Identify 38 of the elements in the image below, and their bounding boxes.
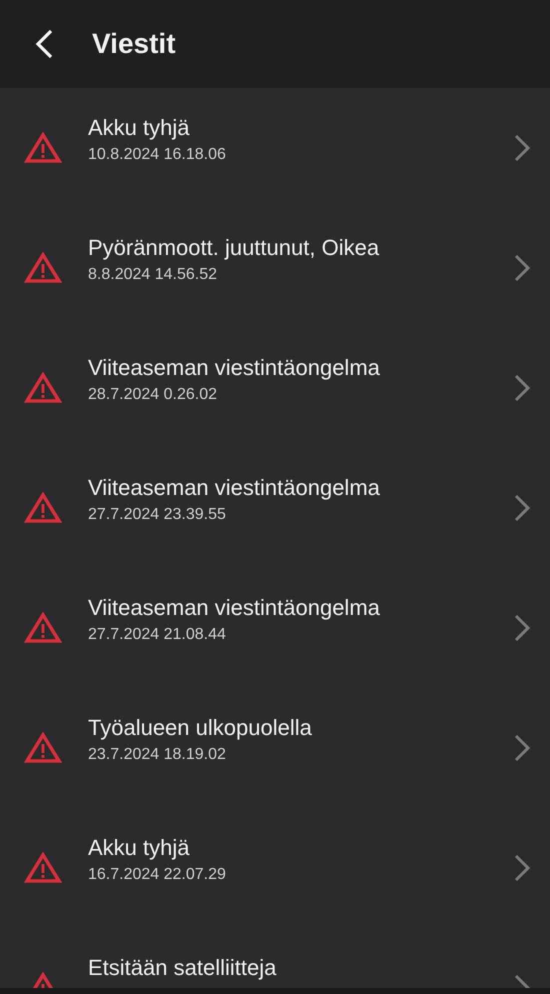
chevron-right-icon [514,134,530,162]
chevron-right-icon [514,494,530,522]
message-date: 8.8.2024 14.56.52 [88,266,218,284]
warning-icon [24,852,62,884]
message-title: Viiteaseman viestintäongelma [88,356,381,380]
message-item[interactable]: Viiteaseman viestintäongelma 28.7.2024 0.26.02 [0,328,550,448]
message-title: Akku tyhjä [88,836,190,860]
chevron-right-icon [514,374,530,402]
message-item[interactable]: Viiteaseman viestintäongelma 27.7.2024 21.08.44 [0,568,550,688]
warning-icon [24,732,62,764]
warning-icon [24,612,62,644]
message-title: Viiteaseman viestintäongelma [88,596,381,620]
message-date: 27.7.2024 23.39.55 [88,506,227,524]
message-item[interactable]: Pyöränmoott. juuttunut, Oikea 8.8.2024 14.56.52 [0,208,550,328]
warning-icon [24,372,62,404]
warning-icon [24,252,62,284]
chevron-right-icon [514,254,530,282]
message-title: Pyöränmoott. juuttunut, Oikea [88,236,380,260]
message-item[interactable]: Akku tyhjä 16.7.2024 22.07.29 [0,808,550,928]
warning-icon [24,492,62,524]
message-item[interactable]: Viiteaseman viestintäongelma 27.7.2024 23.39.55 [0,448,550,568]
message-date: 16.7.2024 22.07.29 [88,866,227,884]
warning-icon [24,132,62,164]
message-title: Työalueen ulkopuolella [88,716,313,740]
page-title: Viestit [92,28,176,60]
message-item[interactable]: Työalueen ulkopuolella 23.7.2024 18.19.02 [0,688,550,808]
message-date: 28.7.2024 0.26.02 [88,386,218,404]
message-date: 10.8.2024 16.18.06 [88,146,227,164]
chevron-right-icon [514,734,530,762]
chevron-right-icon [514,614,530,642]
message-title: Viiteaseman viestintäongelma [88,476,381,500]
message-title: Etsitään satelliitteja [88,956,278,980]
message-item[interactable]: Etsitään satelliitteja [0,928,550,988]
message-date: 27.7.2024 21.08.44 [88,626,227,644]
message-title: Akku tyhjä [88,116,190,140]
message-date: 23.7.2024 18.19.02 [88,746,227,764]
chevron-right-icon [514,854,530,882]
message-item[interactable]: Akku tyhjä 10.8.2024 16.18.06 [0,88,550,208]
